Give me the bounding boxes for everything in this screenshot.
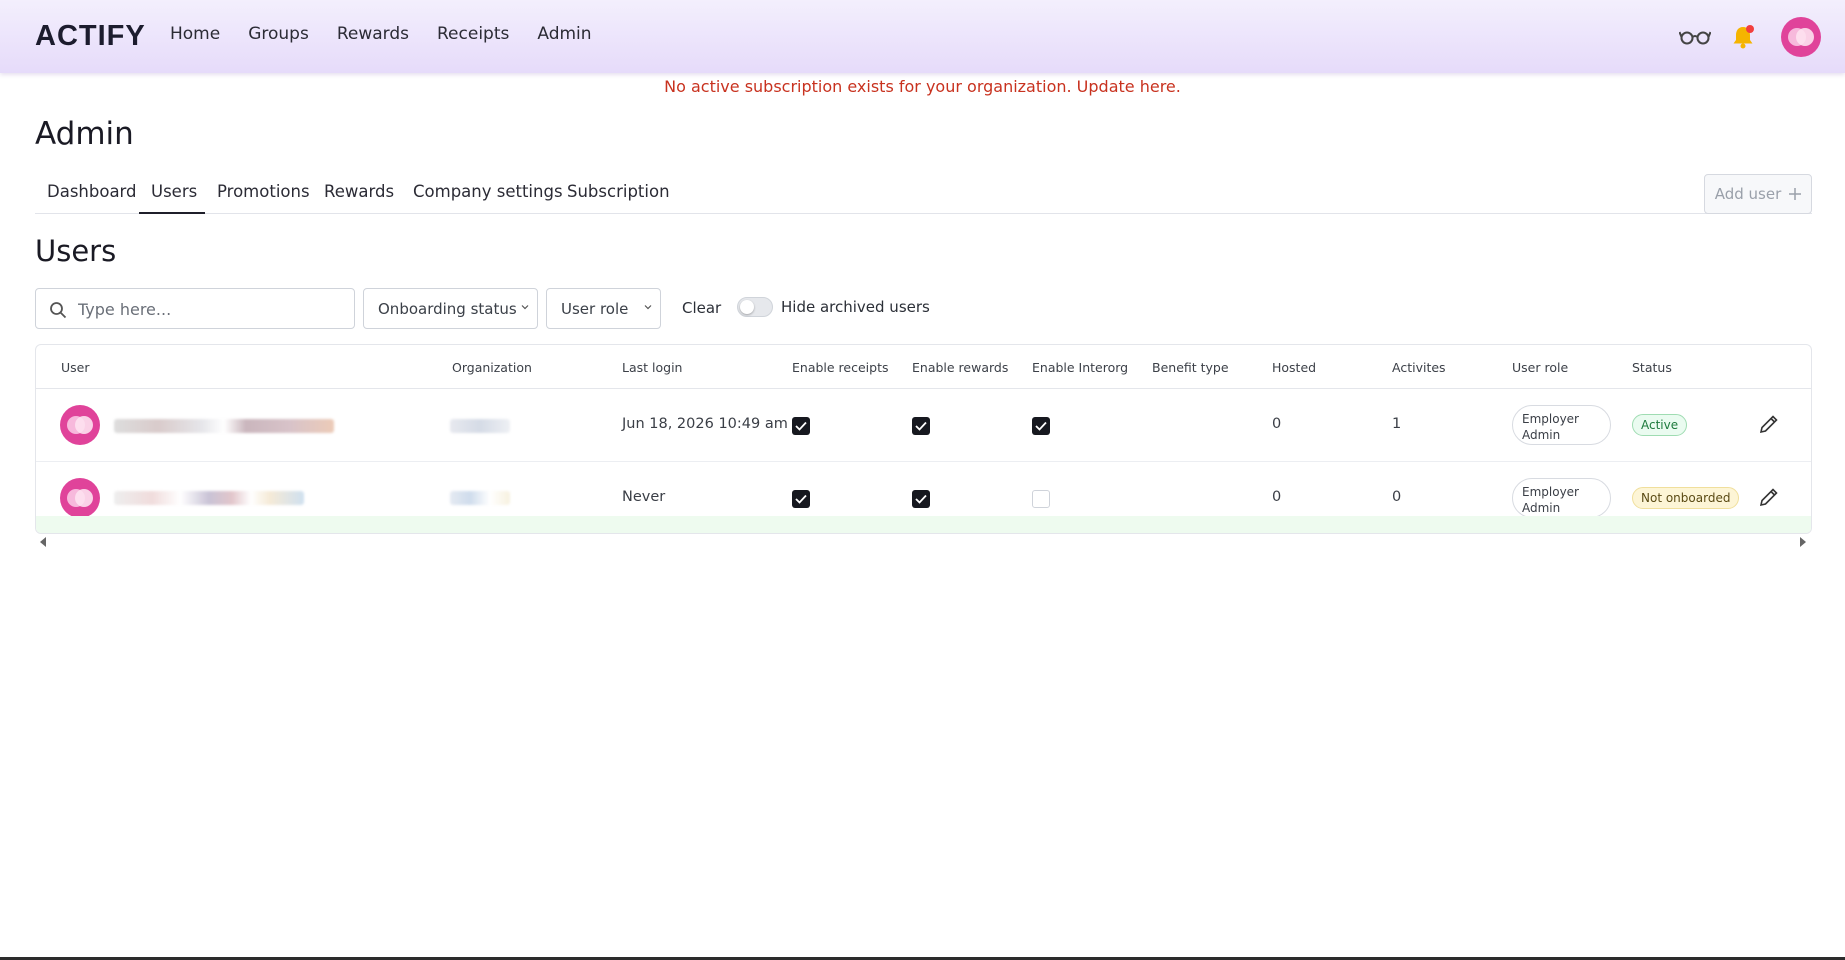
redacted-user-name [114,491,304,505]
activities-count: 0 [1392,489,1402,505]
table-header: User Organization Last login Enable rece… [36,345,1811,389]
tab-dashboard[interactable]: Dashboard [47,182,137,201]
actify-logo[interactable]: ACTIFY [35,20,146,53]
check-icon [915,421,927,431]
th-status[interactable]: Status [1632,360,1672,375]
activities-count: 1 [1392,416,1402,432]
check-icon [1035,421,1047,431]
row-avatar [60,478,100,518]
active-tab-indicator [139,212,205,214]
check-icon [795,494,807,504]
search-field[interactable] [35,288,355,329]
hosted-count: 0 [1272,489,1282,505]
th-last-login[interactable]: Last login [622,360,682,375]
enable-rewards-checkbox[interactable] [912,417,930,435]
enable-receipts-checkbox[interactable] [792,417,810,435]
nav-admin[interactable]: Admin [537,24,591,44]
user-role-badge: Employer Admin [1512,405,1611,445]
scroll-right-arrow-icon[interactable] [1800,537,1806,547]
hosted-count: 0 [1272,416,1282,432]
role-line-1: Employer [1522,412,1579,426]
row-highlight [36,516,1811,533]
row-avatar [60,405,100,445]
main-nav: Home Groups Rewards Receipts Admin [170,24,620,44]
th-hosted[interactable]: Hosted [1272,360,1316,375]
onboarding-status-select[interactable]: Onboarding status [363,288,538,329]
status-badge: Active [1632,414,1688,436]
chevron-down-icon [521,305,529,310]
users-section-title: Users [35,234,117,268]
plus-icon [1789,188,1802,200]
tab-rewards[interactable]: Rewards [324,182,394,201]
chevron-down-icon [644,305,652,310]
add-user-button[interactable]: Add user [1704,174,1812,214]
role-line-2: Admin [1522,428,1561,442]
th-activities[interactable]: Activites [1392,360,1446,375]
user-role-badge: Employer Admin [1512,478,1611,518]
th-enable-interorg[interactable]: Enable Interorg [1032,360,1128,375]
last-login: Jun 18, 2026 10:49 am [622,416,788,432]
last-login: Never [622,489,666,505]
search-input[interactable] [78,297,338,321]
scroll-left-arrow-icon[interactable] [40,537,46,547]
glasses-icon[interactable] [1679,25,1711,47]
clear-filters-button[interactable]: Clear [682,299,721,317]
nav-receipts[interactable]: Receipts [437,24,509,44]
th-enable-rewards[interactable]: Enable rewards [912,360,1008,375]
add-user-label: Add user [1714,185,1782,203]
tab-users[interactable]: Users [151,182,197,201]
check-icon [795,421,807,431]
pencil-icon[interactable] [1758,413,1780,435]
hide-archived-toggle[interactable] [737,297,773,317]
toggle-knob [740,300,754,314]
tab-company-settings[interactable]: Company settings [413,182,563,201]
th-user[interactable]: User [61,360,90,375]
redacted-organization [450,491,510,505]
table-row[interactable]: Jun 18, 2026 10:49 am 0 1 Employer Admin… [36,389,1811,462]
enable-interorg-checkbox[interactable] [1032,490,1050,508]
enable-receipts-checkbox[interactable] [792,490,810,508]
nav-rewards[interactable]: Rewards [337,24,409,44]
page-title: Admin [35,116,134,152]
users-table: User Organization Last login Enable rece… [35,344,1812,534]
enable-rewards-checkbox[interactable] [912,490,930,508]
nav-groups[interactable]: Groups [248,24,309,44]
enable-interorg-checkbox[interactable] [1032,417,1050,435]
hide-archived-label: Hide archived users [781,298,930,316]
nav-home[interactable]: Home [170,24,220,44]
role-line-2: Admin [1522,501,1561,515]
pencil-icon[interactable] [1758,486,1780,508]
status-badge: Not onboarded [1632,487,1740,509]
user-avatar[interactable] [1781,17,1821,57]
onboarding-status-label: Onboarding status [378,300,517,318]
tab-subscription[interactable]: Subscription [567,182,670,201]
redacted-organization [450,419,510,433]
th-enable-receipts[interactable]: Enable receipts [792,360,889,375]
redacted-user-name [114,419,334,433]
th-user-role[interactable]: User role [1512,360,1568,375]
user-role-label: User role [561,300,629,318]
th-organization[interactable]: Organization [452,360,532,375]
search-icon [50,302,67,319]
check-icon [915,494,927,504]
user-role-select[interactable]: User role [546,288,661,329]
role-line-1: Employer [1522,485,1579,499]
subscription-banner[interactable]: No active subscription exists for your o… [0,77,1845,96]
top-navbar: ACTIFY Home Groups Rewards Receipts Admi… [0,0,1845,73]
th-benefit-type[interactable]: Benefit type [1152,360,1229,375]
tab-promotions[interactable]: Promotions [217,182,310,201]
admin-tabs: Dashboard Users Promotions Rewards Compa… [35,172,1812,214]
notification-dot [1746,25,1754,33]
